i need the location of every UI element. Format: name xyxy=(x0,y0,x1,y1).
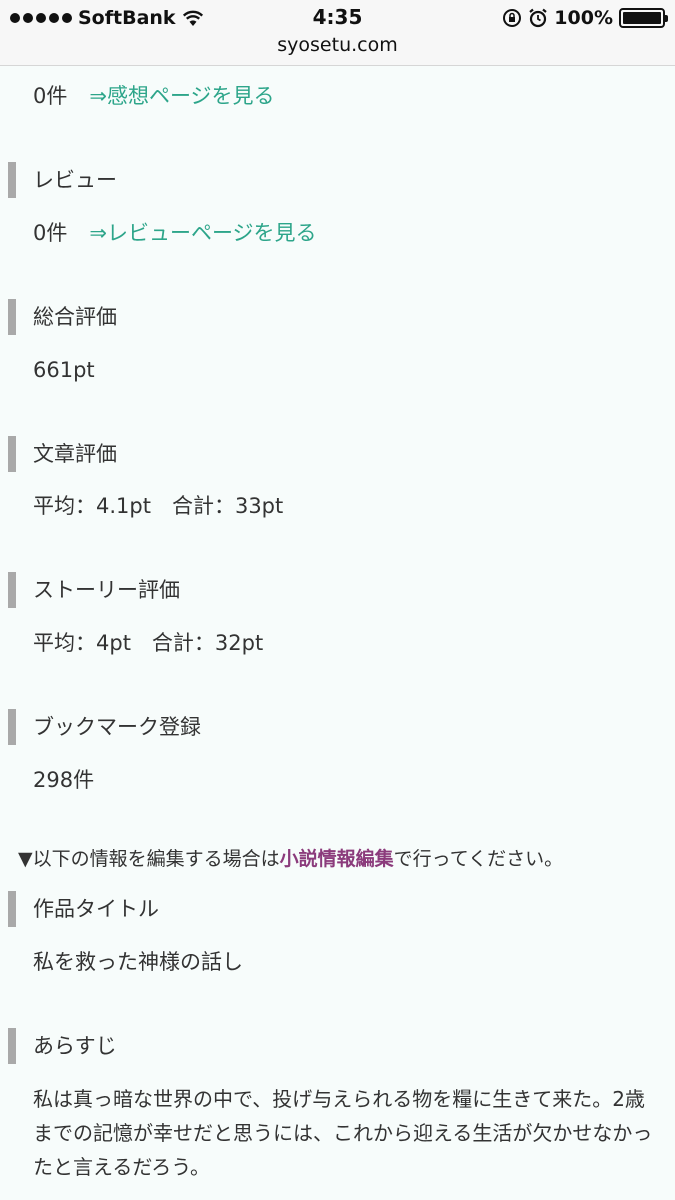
page-url[interactable]: syosetu.com xyxy=(0,34,675,56)
bookmark-heading: ブックマーク登録 xyxy=(8,709,201,745)
alarm-clock-icon xyxy=(529,8,548,28)
writing-rating-value: 平均：4.1pt 合計：33pt xyxy=(33,494,284,518)
overall-rating-heading: 総合評価 xyxy=(8,299,117,335)
impressions-count: 0件 xyxy=(33,84,68,108)
overall-rating-value: 661pt xyxy=(33,358,95,382)
review-row: 0件 ⇒レビューページを見る xyxy=(33,219,317,247)
review-heading: レビュー xyxy=(8,162,117,198)
edit-notice-prefix: ▼以下の情報を編集する場合は xyxy=(18,848,280,870)
story-rating-value: 平均：4pt 合計：32pt xyxy=(33,631,264,655)
edit-notice: ▼以下の情報を編集する場合は小説情報編集で行ってください。 xyxy=(18,845,563,873)
writing-rating-heading: 文章評価 xyxy=(8,436,117,472)
impressions-page-link[interactable]: ⇒感想ページを見る xyxy=(89,84,274,108)
status-bar: SoftBank 4:35 100% syosetu.com xyxy=(0,0,675,66)
story-rating-heading: ストーリー評価 xyxy=(8,572,180,608)
battery-icon xyxy=(619,8,668,28)
status-right: 100% xyxy=(502,6,668,30)
synopsis-text: 私は真っ暗な世界の中で、投げ与えられる物を糧に生きて来た。2歳までの記憶が幸せだ… xyxy=(33,1087,653,1179)
bookmark-count: 298件 xyxy=(33,768,95,792)
novel-info-edit-link[interactable]: 小説情報編集 xyxy=(280,848,394,870)
battery-percent: 100% xyxy=(554,7,613,29)
review-page-link[interactable]: ⇒レビューページを見る xyxy=(89,221,316,245)
rotation-lock-icon xyxy=(503,9,522,27)
edit-notice-suffix: で行ってください。 xyxy=(393,848,564,870)
impressions-row: 0件 ⇒感想ページを見る xyxy=(33,82,275,110)
synopsis-heading: あらすじ xyxy=(8,1028,117,1064)
review-count: 0件 xyxy=(33,221,68,245)
work-title-value: 私を救った神様の話し xyxy=(33,950,243,974)
work-title-heading: 作品タイトル xyxy=(8,891,159,927)
